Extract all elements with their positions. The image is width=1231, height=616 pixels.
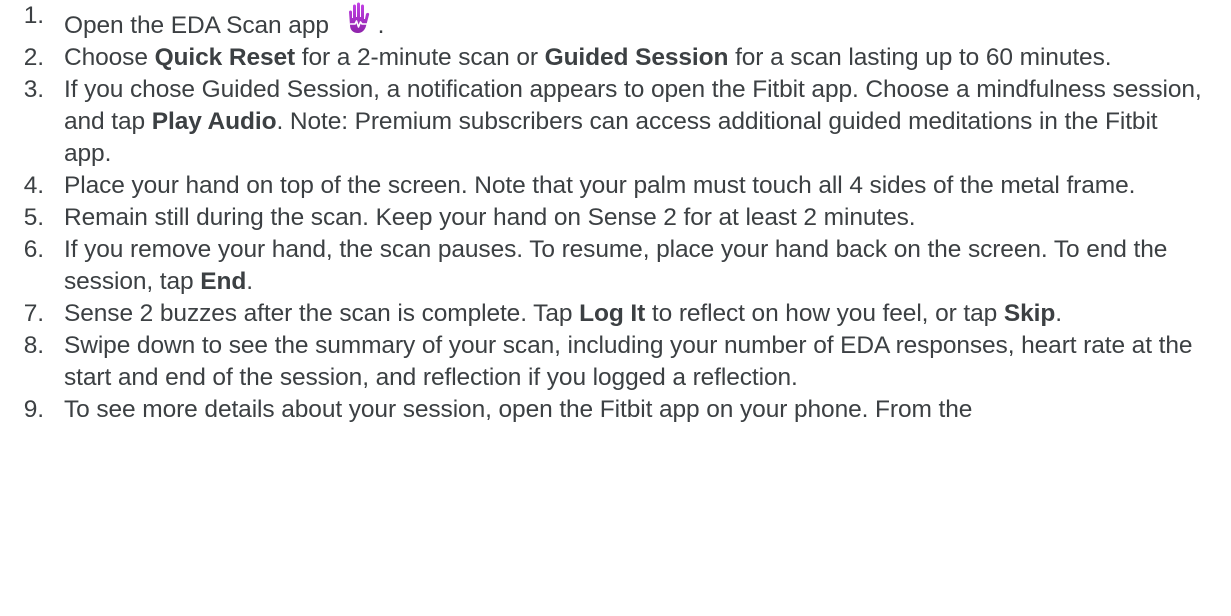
step-item: 9. To see more details about your session… <box>0 394 1231 426</box>
step-text-segment: . <box>1055 300 1062 327</box>
step-emphasis: End <box>200 268 247 295</box>
step-text-segment: Swipe down to see the summary of your sc… <box>64 332 1193 391</box>
step-text: Swipe down to see the summary of your sc… <box>64 332 1192 391</box>
step-number: 9. <box>23 396 44 423</box>
step-text: If you remove your hand, the scan pauses… <box>64 236 1167 295</box>
step-item: 8. Swipe down to see the summary of your … <box>0 330 1231 394</box>
step-text: Sense 2 buzzes after the scan is complet… <box>64 300 1062 327</box>
step-text: Remain still during the scan. Keep your … <box>64 204 916 231</box>
eda-scan-hand-icon <box>342 0 378 36</box>
step-item: 2. Choose Quick Reset for a 2-minute scan… <box>0 42 1231 74</box>
step-number: 7. <box>23 300 44 327</box>
step-item: 5. Remain still during the scan. Keep you… <box>0 202 1231 234</box>
step-number: 3. <box>23 76 44 103</box>
step-text: Open the EDA Scan app . <box>64 2 385 39</box>
step-number: 4. <box>23 172 44 199</box>
step-text-segment: Open the EDA Scan app <box>64 12 336 39</box>
step-text-segment: for a scan lasting up to 60 minutes. <box>728 44 1112 71</box>
step-text-segment: To see more details about your session, … <box>64 396 973 423</box>
step-text-segment: to reflect on how you feel, or tap <box>645 300 1004 327</box>
step-emphasis: Skip <box>1003 300 1056 327</box>
step-text-segment: . <box>246 268 253 295</box>
step-emphasis: Log It <box>579 300 646 327</box>
step-number: 8. <box>23 332 44 359</box>
step-item: 7. Sense 2 buzzes after the scan is compl… <box>0 298 1231 330</box>
step-text-segment: Sense 2 buzzes after the scan is complet… <box>64 300 580 327</box>
step-number: 6. <box>23 236 44 263</box>
step-number: 1. <box>23 2 44 29</box>
step-emphasis: Guided Session <box>544 44 729 71</box>
instruction-steps-list: 1. Open the EDA Scan app . 2. Choose Quick … <box>0 0 1231 426</box>
step-text: Place your hand on top of the screen. No… <box>64 172 1135 199</box>
step-emphasis: Quick Reset <box>154 44 296 71</box>
step-emphasis: Play Audio <box>151 108 277 135</box>
step-item: 3. If you chose Guided Session, a notific… <box>0 74 1231 170</box>
step-text: To see more details about your session, … <box>64 396 972 423</box>
step-item: 4. Place your hand on top of the screen. … <box>0 170 1231 202</box>
step-text-segment: for a 2-minute scan or <box>295 44 545 71</box>
step-text: If you chose Guided Session, a notificat… <box>64 76 1202 167</box>
step-item: 6. If you remove your hand, the scan paus… <box>0 234 1231 298</box>
step-text-segment: . <box>377 12 385 39</box>
step-item: 1. Open the EDA Scan app . <box>0 0 1231 42</box>
step-number: 5. <box>23 204 44 231</box>
step-number: 2. <box>23 44 44 71</box>
step-text-segment: Remain still during the scan. Keep your … <box>64 204 916 231</box>
step-text-segment: Choose <box>64 44 155 71</box>
step-text-segment: Place your hand on top of the screen. No… <box>64 172 1136 199</box>
step-text: Choose Quick Reset for a 2-minute scan o… <box>64 44 1112 71</box>
